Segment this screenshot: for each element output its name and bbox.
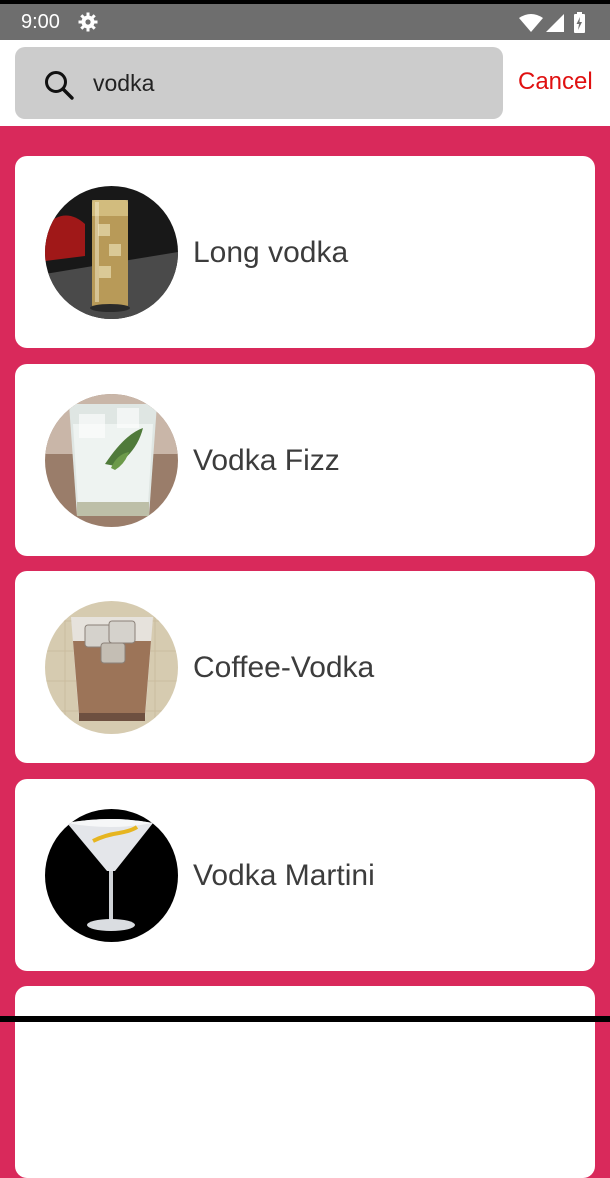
list-item[interactable]: Coffee-Vodka bbox=[15, 571, 595, 763]
vodka-martini-glass-photo bbox=[45, 809, 178, 942]
long-vodka-glass-photo bbox=[45, 186, 178, 319]
search-input[interactable] bbox=[93, 61, 483, 105]
search-icon bbox=[45, 71, 74, 100]
vodka-fizz-glass-photo bbox=[45, 394, 178, 527]
status-time: 9:00 bbox=[21, 11, 60, 33]
system-status-icons bbox=[519, 12, 585, 33]
cancel-button[interactable]: Cancel bbox=[518, 68, 593, 96]
search-header: Cancel bbox=[0, 40, 610, 126]
item-name: Coffee-Vodka bbox=[193, 651, 375, 684]
list-item[interactable]: Vodka Fizz bbox=[15, 364, 595, 556]
status-bar: 9:00 bbox=[0, 4, 610, 40]
screen-bottom-edge bbox=[0, 1016, 610, 1022]
list-item[interactable] bbox=[15, 986, 595, 1178]
wifi-icon bbox=[519, 14, 543, 32]
item-name: Vodka Fizz bbox=[193, 444, 340, 477]
results-list: Long vodka Vodka Fizz Coffee-Vodka Vodka… bbox=[0, 126, 610, 1178]
battery-icon bbox=[574, 12, 585, 33]
search-box[interactable] bbox=[15, 47, 503, 119]
list-item[interactable]: Vodka Martini bbox=[15, 779, 595, 971]
gear-icon bbox=[78, 12, 98, 32]
item-name: Vodka Martini bbox=[193, 859, 375, 892]
item-name: Long vodka bbox=[193, 236, 349, 269]
coffee-vodka-glass-photo bbox=[45, 601, 178, 734]
list-item[interactable]: Long vodka bbox=[15, 156, 595, 348]
signal-icon bbox=[546, 14, 564, 32]
